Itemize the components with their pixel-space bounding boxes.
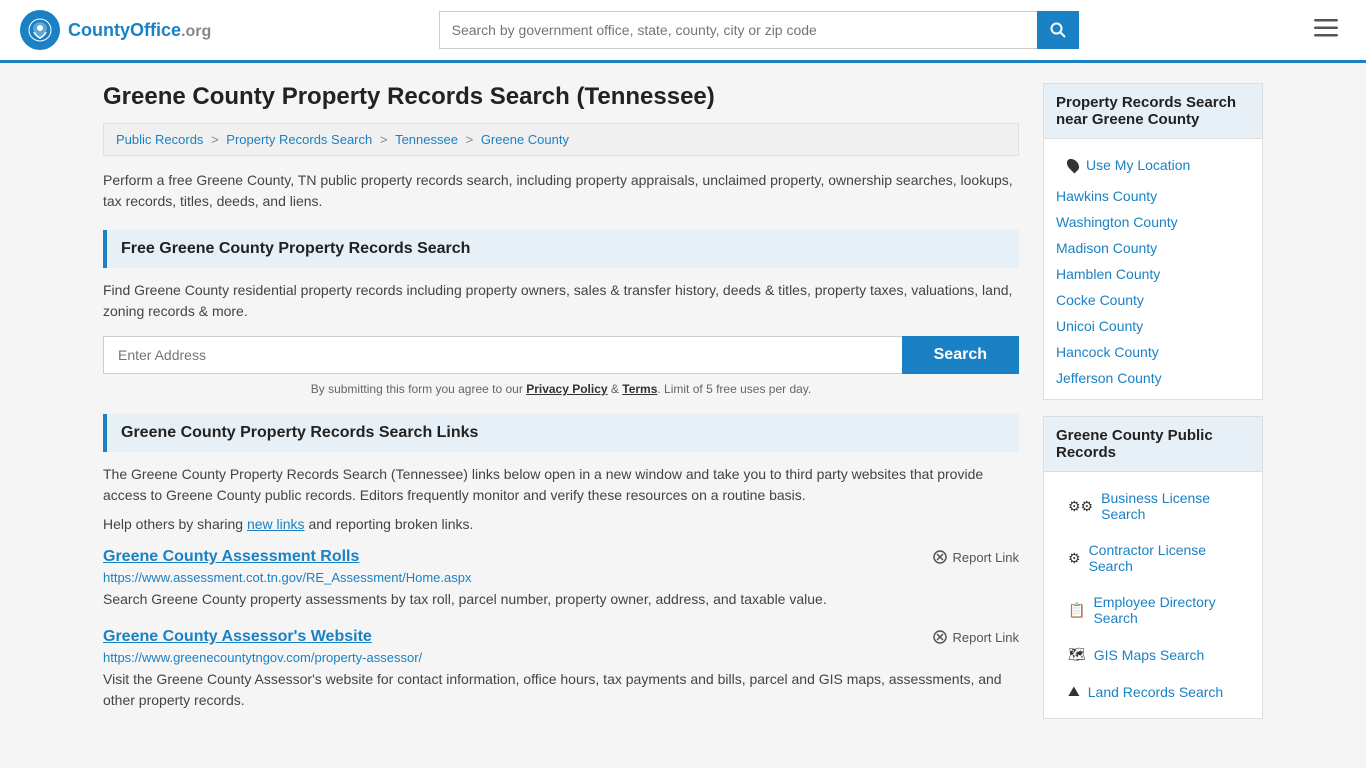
breadcrumb-sep1: >	[211, 132, 222, 147]
sidebar-item-hawkins: Hawkins County	[1044, 183, 1262, 209]
report-link-label-2: Report Link	[953, 630, 1019, 645]
terms-link[interactable]: Terms	[622, 382, 657, 396]
breadcrumb-sep2: >	[380, 132, 391, 147]
link-item-header-2: Greene County Assessor's Website Report …	[103, 628, 1019, 646]
sidebar-item-business-license: ⚙⚙ Business License Search	[1044, 480, 1262, 532]
breadcrumb-greene-county[interactable]: Greene County	[481, 132, 569, 147]
madison-county-link[interactable]: Madison County	[1056, 240, 1157, 256]
sidebar: Property Records Search near Greene Coun…	[1043, 83, 1263, 735]
hawkins-county-link[interactable]: Hawkins County	[1056, 188, 1157, 204]
business-license-icon: ⚙⚙	[1068, 498, 1093, 515]
logo-area: CountyOffice.org	[20, 10, 211, 50]
report-link-btn-1[interactable]: Report Link	[932, 549, 1019, 565]
gis-maps-icon: 🗺	[1068, 646, 1086, 663]
hancock-county-link[interactable]: Hancock County	[1056, 344, 1159, 360]
link-item-header: Greene County Assessment Rolls Report Li…	[103, 548, 1019, 566]
privacy-policy-link[interactable]: Privacy Policy	[526, 382, 607, 396]
assessment-rolls-url: https://www.assessment.cot.tn.gov/RE_Ass…	[103, 570, 1019, 585]
main-wrapper: Greene County Property Records Search (T…	[83, 63, 1283, 755]
new-links-link[interactable]: new links	[247, 516, 305, 532]
land-records-icon: ⛰	[1068, 683, 1080, 700]
sidebar-item-hamblen: Hamblen County	[1044, 261, 1262, 287]
report-link-label-1: Report Link	[953, 550, 1019, 565]
sidebar-public-records-list: ⚙⚙ Business License Search ⚙ Contractor …	[1044, 472, 1262, 718]
sidebar-item-washington: Washington County	[1044, 209, 1262, 235]
assessment-rolls-desc: Search Greene County property assessment…	[103, 589, 1019, 610]
jefferson-county-link[interactable]: Jefferson County	[1056, 370, 1162, 386]
links-description: The Greene County Property Records Searc…	[103, 464, 1019, 506]
employee-directory-icon: 📋	[1068, 602, 1085, 619]
address-search-area: Search	[103, 336, 1019, 374]
sidebar-public-records-section: Greene County Public Records ⚙⚙ Business…	[1043, 416, 1263, 719]
sidebar-nearby-list: Use My Location Hawkins County Washingto…	[1044, 139, 1262, 399]
land-records-link[interactable]: Land Records Search	[1088, 684, 1223, 700]
sidebar-item-land-records: ⛰ Land Records Search	[1044, 673, 1262, 710]
breadcrumb-property-records-search[interactable]: Property Records Search	[226, 132, 372, 147]
gis-maps-link[interactable]: GIS Maps Search	[1094, 647, 1205, 663]
sidebar-item-madison: Madison County	[1044, 235, 1262, 261]
header-search-input[interactable]	[439, 11, 1037, 49]
link-item-assessors-website: Greene County Assessor's Website Report …	[103, 628, 1019, 711]
sidebar-item-gis-maps: 🗺 GIS Maps Search	[1044, 636, 1262, 673]
sidebar-item-jefferson: Jefferson County	[1044, 365, 1262, 391]
page-title: Greene County Property Records Search (T…	[103, 83, 1019, 111]
search-bar-area	[439, 11, 1079, 49]
address-input[interactable]	[103, 336, 902, 374]
assessors-website-desc: Visit the Greene County Assessor's websi…	[103, 669, 1019, 711]
sidebar-public-records-header: Greene County Public Records	[1044, 417, 1262, 472]
header-search-button[interactable]	[1037, 11, 1079, 49]
breadcrumb-tennessee[interactable]: Tennessee	[395, 132, 458, 147]
free-search-header: Free Greene County Property Records Sear…	[103, 230, 1019, 268]
contractor-license-link[interactable]: Contractor License Search	[1089, 542, 1238, 574]
free-search-section: Free Greene County Property Records Sear…	[103, 230, 1019, 396]
sidebar-item-cocke: Cocke County	[1044, 287, 1262, 313]
report-link-btn-2[interactable]: Report Link	[932, 629, 1019, 645]
link-item-assessment-rolls: Greene County Assessment Rolls Report Li…	[103, 548, 1019, 610]
share-links-text: Help others by sharing new links and rep…	[103, 516, 1019, 532]
sidebar-nearby-section: Property Records Search near Greene Coun…	[1043, 83, 1263, 400]
assessors-website-title[interactable]: Greene County Assessor's Website	[103, 628, 372, 646]
sidebar-item-contractor-license: ⚙ Contractor License Search	[1044, 532, 1262, 584]
unicoi-county-link[interactable]: Unicoi County	[1056, 318, 1143, 334]
assessors-website-url: https://www.greenecountytngov.com/proper…	[103, 650, 1019, 665]
sidebar-nearby-header: Property Records Search near Greene Coun…	[1044, 84, 1262, 139]
location-pin-icon	[1065, 157, 1082, 174]
logo-icon	[20, 10, 60, 50]
links-section: Greene County Property Records Search Li…	[103, 414, 1019, 711]
breadcrumb: Public Records > Property Records Search…	[103, 123, 1019, 156]
washington-county-link[interactable]: Washington County	[1056, 214, 1178, 230]
hamburger-menu-button[interactable]	[1306, 13, 1346, 47]
content-area: Greene County Property Records Search (T…	[103, 83, 1019, 735]
cocke-county-link[interactable]: Cocke County	[1056, 292, 1144, 308]
employee-directory-link[interactable]: Employee Directory Search	[1093, 594, 1238, 626]
search-button[interactable]: Search	[902, 336, 1019, 374]
free-search-description: Find Greene County residential property …	[103, 280, 1019, 322]
logo-text: CountyOffice.org	[68, 19, 211, 42]
breadcrumb-sep3: >	[466, 132, 477, 147]
assessment-rolls-title[interactable]: Greene County Assessment Rolls	[103, 548, 359, 566]
header: CountyOffice.org	[0, 0, 1366, 63]
sidebar-item-employee-directory: 📋 Employee Directory Search	[1044, 584, 1262, 636]
hamblen-county-link[interactable]: Hamblen County	[1056, 266, 1160, 282]
business-license-link[interactable]: Business License Search	[1101, 490, 1238, 522]
sidebar-item-hancock: Hancock County	[1044, 339, 1262, 365]
page-description: Perform a free Greene County, TN public …	[103, 170, 1019, 212]
sidebar-use-my-location: Use My Location	[1044, 147, 1262, 183]
links-section-header: Greene County Property Records Search Li…	[103, 414, 1019, 452]
breadcrumb-public-records[interactable]: Public Records	[116, 132, 203, 147]
form-disclaimer: By submitting this form you agree to our…	[103, 382, 1019, 396]
contractor-license-icon: ⚙	[1068, 550, 1081, 567]
sidebar-item-unicoi: Unicoi County	[1044, 313, 1262, 339]
use-my-location-link[interactable]: Use My Location	[1086, 157, 1190, 173]
